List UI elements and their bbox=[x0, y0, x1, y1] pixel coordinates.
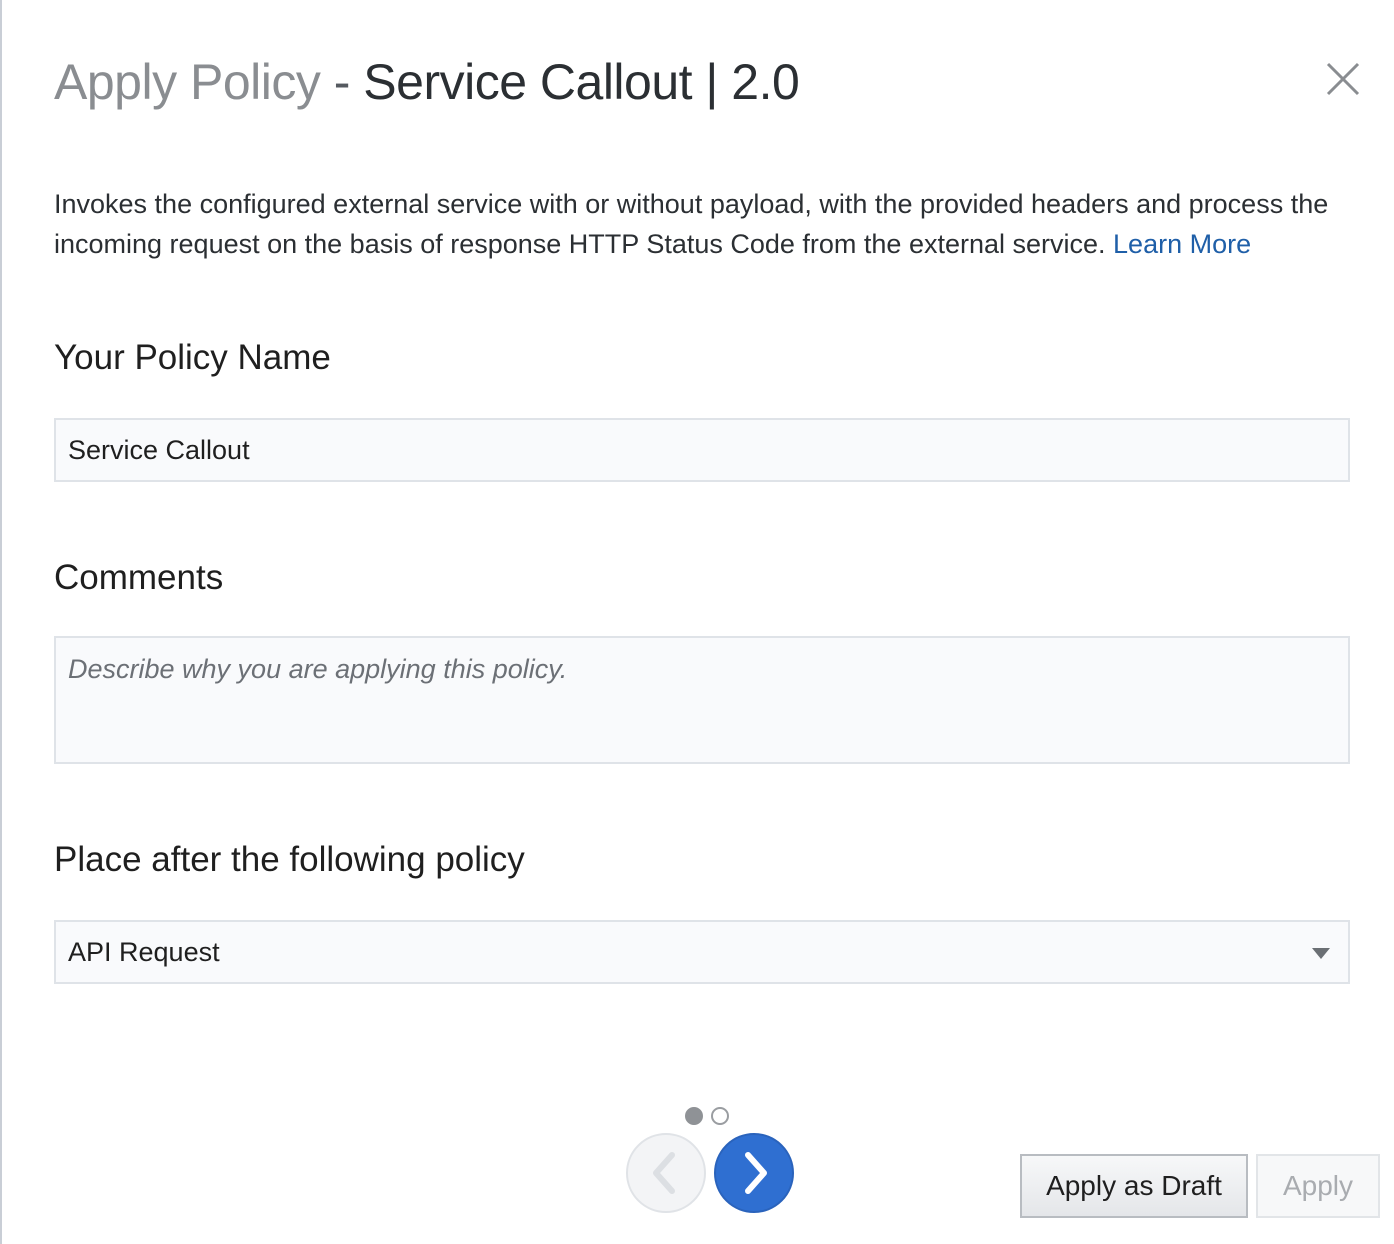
page-dot-2 bbox=[711, 1107, 729, 1125]
comments-label: Comments bbox=[54, 558, 224, 597]
chevron-down-icon bbox=[1312, 948, 1330, 959]
learn-more-link[interactable]: Learn More bbox=[1113, 229, 1251, 259]
placement-select[interactable]: API Request bbox=[54, 920, 1350, 984]
title-separator: - bbox=[320, 54, 364, 110]
title-policy-name: Service Callout | 2.0 bbox=[363, 54, 800, 110]
next-button[interactable] bbox=[714, 1133, 794, 1213]
placement-selected-value: API Request bbox=[68, 937, 220, 967]
dialog-title: Apply Policy - Service Callout | 2.0 bbox=[54, 50, 800, 114]
policy-name-input[interactable]: Service Callout bbox=[54, 418, 1350, 482]
policy-name-value: Service Callout bbox=[68, 435, 250, 465]
apply-policy-dialog: Apply Policy - Service Callout | 2.0 Inv… bbox=[0, 0, 1394, 1244]
chevron-right-icon bbox=[745, 1152, 767, 1194]
comments-textarea[interactable]: Describe why you are applying this polic… bbox=[54, 636, 1350, 764]
page-dot-1 bbox=[685, 1107, 703, 1125]
previous-button[interactable] bbox=[626, 1133, 706, 1213]
apply-as-draft-button[interactable]: Apply as Draft bbox=[1020, 1154, 1248, 1218]
title-prefix: Apply Policy bbox=[54, 54, 321, 110]
chevron-left-icon bbox=[653, 1152, 675, 1194]
placement-label: Place after the following policy bbox=[54, 840, 525, 879]
close-icon bbox=[1326, 62, 1360, 96]
policy-description: Invokes the configured external service … bbox=[54, 184, 1354, 264]
apply-button[interactable]: Apply bbox=[1256, 1154, 1380, 1218]
policy-name-label: Your Policy Name bbox=[54, 338, 331, 377]
close-button[interactable] bbox=[1320, 56, 1366, 102]
comments-placeholder: Describe why you are applying this polic… bbox=[68, 654, 568, 684]
